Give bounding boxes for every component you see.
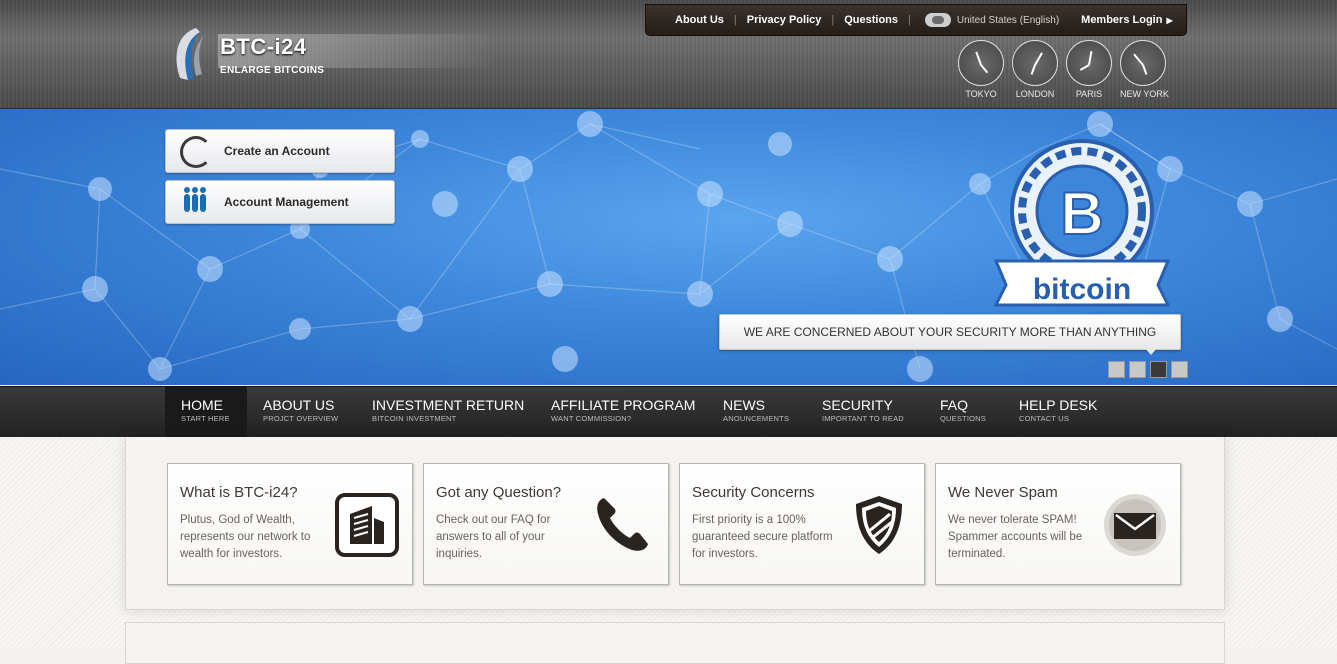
nav-sublabel: WANT COMMISSION? [551,414,632,423]
members-login-link[interactable]: Members Login ▶ [1081,14,1172,26]
logo-swoosh-icon [176,28,204,80]
nav-label: SECURITY [822,397,893,413]
members-login-label: Members Login [1081,14,1163,26]
card-title: Security Concerns [692,484,815,501]
nav-affiliate-program[interactable]: AFFILIATE PROGRAM WANT COMMISSION? [535,387,711,437]
nav-label: AFFILIATE PROGRAM [551,397,696,413]
main-nav: HOME START HERE ABOUT US PROJCT OVERVIEW… [0,386,1337,438]
phone-icon [597,498,648,551]
users-icon [180,186,212,218]
mail-icon [1104,494,1166,556]
clock-icon [1120,40,1166,86]
clock-new-york: NEW YORK [1120,40,1169,99]
clock-icon [1066,40,1112,86]
create-account-label: Create an Account [224,144,330,158]
clock-tokyo: TOKYO [958,40,1004,99]
triangle-right-icon: ▶ [1166,16,1173,25]
site-header: BTC-i24 ENLARGE BITCOINS About Us | Priv… [0,0,1337,109]
separator: | [733,14,737,26]
nav-sublabel: BITCOIN INVESTMENT [372,414,457,423]
nav-home[interactable]: HOME START HERE [165,387,247,437]
clock-label: PARIS [1075,89,1103,99]
nav-sublabel: IMPORTANT TO READ [822,414,904,423]
card-body: Check out our FAQ for answers to all of … [436,514,551,560]
clock-icon [1012,40,1058,86]
slider-dots [1108,361,1188,378]
nav-label: HOME [181,397,223,413]
clock-london: LONDON [1012,40,1058,99]
nav-sublabel: ANOUNCEMENTS [723,414,790,423]
about-us-link[interactable]: About Us [675,14,724,26]
slogan-pointer [1145,348,1157,355]
nav-sublabel: START HERE [181,414,230,423]
nav-security[interactable]: SECURITY IMPORTANT TO READ [806,387,920,437]
shield-icon [856,496,902,554]
card-title: We Never Spam [948,484,1058,501]
feature-card-spam[interactable]: We Never Spam We never tolerate SPAM! Sp… [935,463,1181,585]
card-title: What is BTC-i24? [180,484,298,501]
slide-dot-2[interactable] [1129,361,1146,378]
bitcoin-logo-icon: B bitcoin [993,139,1171,307]
nav-sublabel: CONTACT US [1019,414,1070,423]
features-panel: What is BTC-i24? Plutus, God of Wealth, … [125,437,1225,610]
top-bar: About Us | Privacy Policy | Questions | … [645,4,1187,36]
nav-investment-return[interactable]: INVESTMENT RETURN BITCOIN INVESTMENT [356,387,540,437]
nav-label: FAQ [940,397,969,413]
nav-label: NEWS [723,397,765,413]
clock-paris: PARIS [1066,40,1112,99]
loading-ring-icon [180,135,212,168]
nav-label: ABOUT US [263,397,335,413]
create-account-button[interactable]: Create an Account [165,129,395,173]
feature-card-security[interactable]: Security Concerns First priority is a 10… [679,463,925,585]
card-body: First priority is a 100% guaranteed secu… [692,514,833,560]
hero-banner: Create an Account Account Management B b… [0,109,1337,385]
account-management-label: Account Management [224,195,349,209]
world-clocks: TOKYO LONDON PARIS NEW YORK [958,40,1178,105]
building-icon [335,493,399,557]
nav-help-desk[interactable]: HELP DESK CONTACT US [1003,387,1113,437]
nav-label: HELP DESK [1019,397,1098,413]
nav-sublabel: QUESTIONS [940,414,986,423]
nav-label: INVESTMENT RETURN [372,397,525,413]
slide-dot-1[interactable] [1108,361,1125,378]
nav-sublabel: PROJCT OVERVIEW [263,414,339,423]
secondary-panel [125,622,1225,664]
privacy-policy-link[interactable]: Privacy Policy [747,14,822,26]
feature-card-questions[interactable]: Got any Question? Check out our FAQ for … [423,463,669,585]
security-slogan: WE ARE CONCERNED ABOUT YOUR SECURITY MOR… [719,314,1181,350]
nav-about-us[interactable]: ABOUT US PROJCT OVERVIEW [247,387,354,437]
bitcoin-symbol: B [1060,180,1103,247]
card-body: We never tolerate SPAM! Spammer accounts… [948,514,1083,560]
card-title: Got any Question? [436,484,562,501]
globe-icon [924,13,951,27]
separator: | [908,14,911,26]
site-logo[interactable]: BTC-i24 ENLARGE BITCOINS [170,24,500,84]
separator: | [831,14,835,26]
language-selector[interactable]: United States (English) [957,15,1059,26]
clock-label: TOKYO [965,89,997,99]
clock-label: NEW YORK [1120,89,1169,99]
clock-label: LONDON [1015,89,1055,99]
clock-icon [958,40,1004,86]
logo-subtitle: ENLARGE BITCOINS [220,65,325,76]
card-body: Plutus, God of Wealth, represents our ne… [180,514,311,560]
logo-title: BTC-i24 [220,34,307,59]
account-management-button[interactable]: Account Management [165,180,395,224]
bitcoin-word: bitcoin [1033,273,1131,306]
slide-dot-4[interactable] [1171,361,1188,378]
nav-faq[interactable]: FAQ QUESTIONS [924,387,1002,437]
slide-dot-3[interactable] [1150,361,1167,378]
feature-card-about[interactable]: What is BTC-i24? Plutus, God of Wealth, … [167,463,413,585]
nav-news[interactable]: NEWS ANOUNCEMENTS [707,387,805,437]
questions-link[interactable]: Questions [844,14,898,26]
